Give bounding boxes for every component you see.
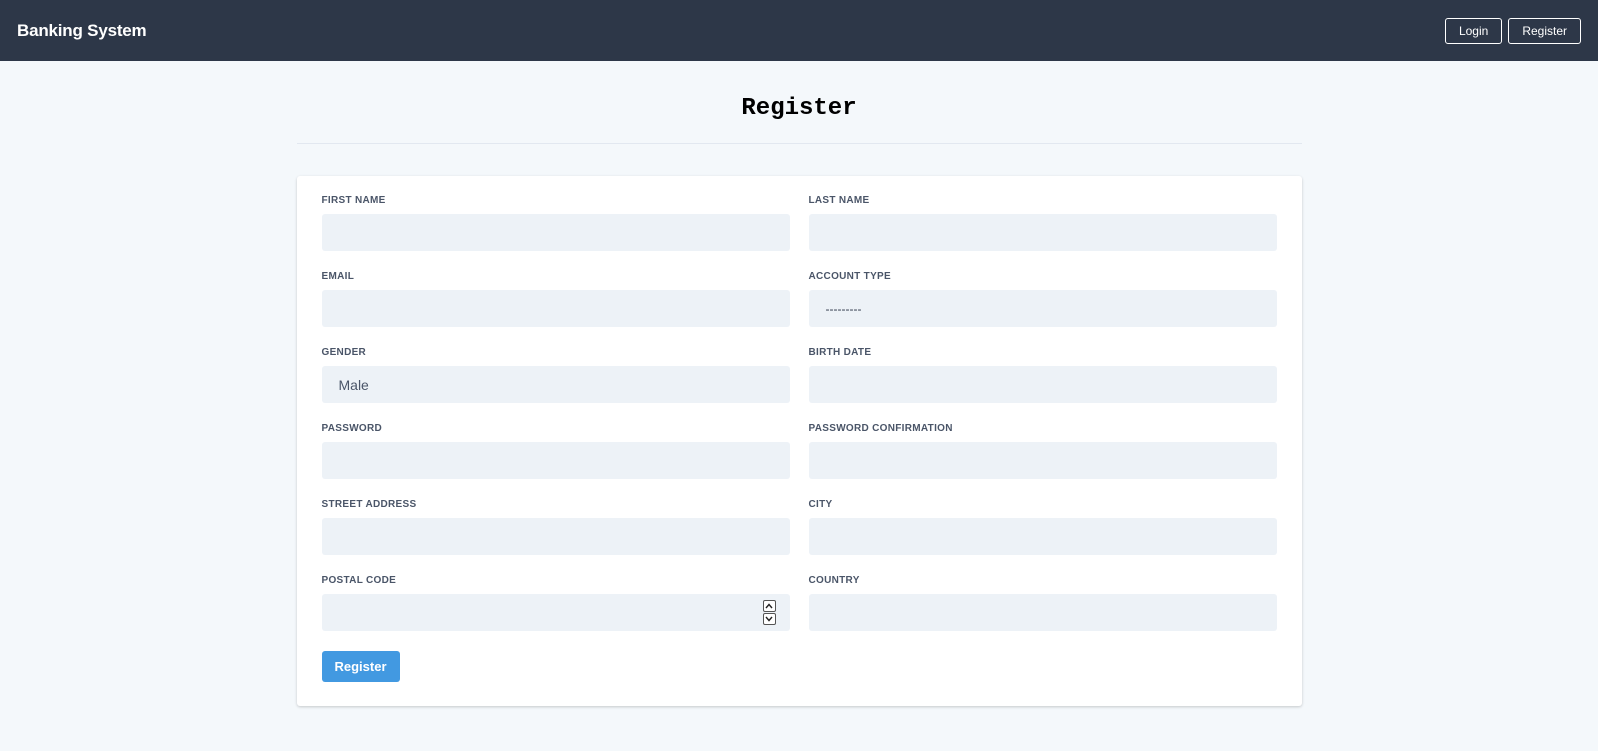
chevron-up-icon[interactable] — [762, 600, 776, 612]
postal-code-label: POSTAL CODE — [321, 575, 397, 586]
navbar: Banking System Login Register — [0, 0, 1598, 61]
email-field[interactable] — [321, 290, 790, 327]
city-group: CITY — [808, 499, 1277, 576]
password-confirmation-field[interactable] — [808, 442, 1277, 479]
street-address-label: STREET ADDRESS — [321, 499, 417, 510]
account-type-label: ACCOUNT TYPE — [808, 271, 891, 282]
postal-code-stepper[interactable] — [762, 600, 776, 625]
form-grid: FIRST NAME LAST NAME EMAIL ACCOUNT TYPE … — [321, 195, 1277, 652]
postal-code-field[interactable] — [321, 594, 790, 631]
country-label: COUNTRY — [808, 575, 860, 586]
page-title: Register — [741, 95, 857, 122]
main-content: Register FIRST NAME LAST NAME EMAIL ACCO… — [296, 61, 1302, 706]
password-label: PASSWORD — [321, 423, 383, 434]
street-address-group: STREET ADDRESS — [321, 499, 790, 576]
register-nav-button[interactable]: Register — [1508, 17, 1581, 44]
password-group: PASSWORD — [321, 423, 790, 500]
submit-row: Register — [321, 651, 1277, 682]
birth-date-group: BIRTH DATE — [808, 347, 1277, 424]
nav-actions: Login Register — [1444, 17, 1581, 44]
city-field[interactable] — [808, 518, 1277, 555]
email-group: EMAIL — [321, 271, 790, 348]
last-name-label: LAST NAME — [808, 195, 870, 206]
password-field[interactable] — [321, 442, 790, 479]
register-submit-button[interactable]: Register — [321, 651, 400, 682]
account-type-group: ACCOUNT TYPE --------- — [808, 271, 1277, 348]
first-name-field[interactable] — [321, 214, 790, 251]
first-name-group: FIRST NAME — [321, 195, 790, 272]
password-confirmation-label: PASSWORD CONFIRMATION — [808, 423, 953, 434]
account-type-select[interactable]: --------- — [808, 290, 1277, 327]
email-label: EMAIL — [321, 271, 355, 282]
birth-date-field[interactable] — [808, 366, 1277, 403]
street-address-field[interactable] — [321, 518, 790, 555]
gender-group: GENDER Male — [321, 347, 790, 424]
gender-select[interactable]: Male — [321, 366, 790, 403]
chevron-down-icon[interactable] — [762, 613, 776, 625]
postal-code-group: POSTAL CODE — [321, 575, 790, 652]
last-name-group: LAST NAME — [808, 195, 1277, 272]
title-divider — [296, 143, 1302, 144]
country-group: COUNTRY — [808, 575, 1277, 652]
brand-title[interactable]: Banking System — [17, 21, 147, 41]
password-confirmation-group: PASSWORD CONFIRMATION — [808, 423, 1277, 500]
first-name-label: FIRST NAME — [321, 195, 386, 206]
login-button[interactable]: Login — [1444, 17, 1503, 44]
gender-label: GENDER — [321, 347, 367, 358]
register-form: FIRST NAME LAST NAME EMAIL ACCOUNT TYPE … — [296, 176, 1302, 706]
city-label: CITY — [808, 499, 833, 510]
last-name-field[interactable] — [808, 214, 1277, 251]
country-field[interactable] — [808, 594, 1277, 631]
birth-date-label: BIRTH DATE — [808, 347, 872, 358]
